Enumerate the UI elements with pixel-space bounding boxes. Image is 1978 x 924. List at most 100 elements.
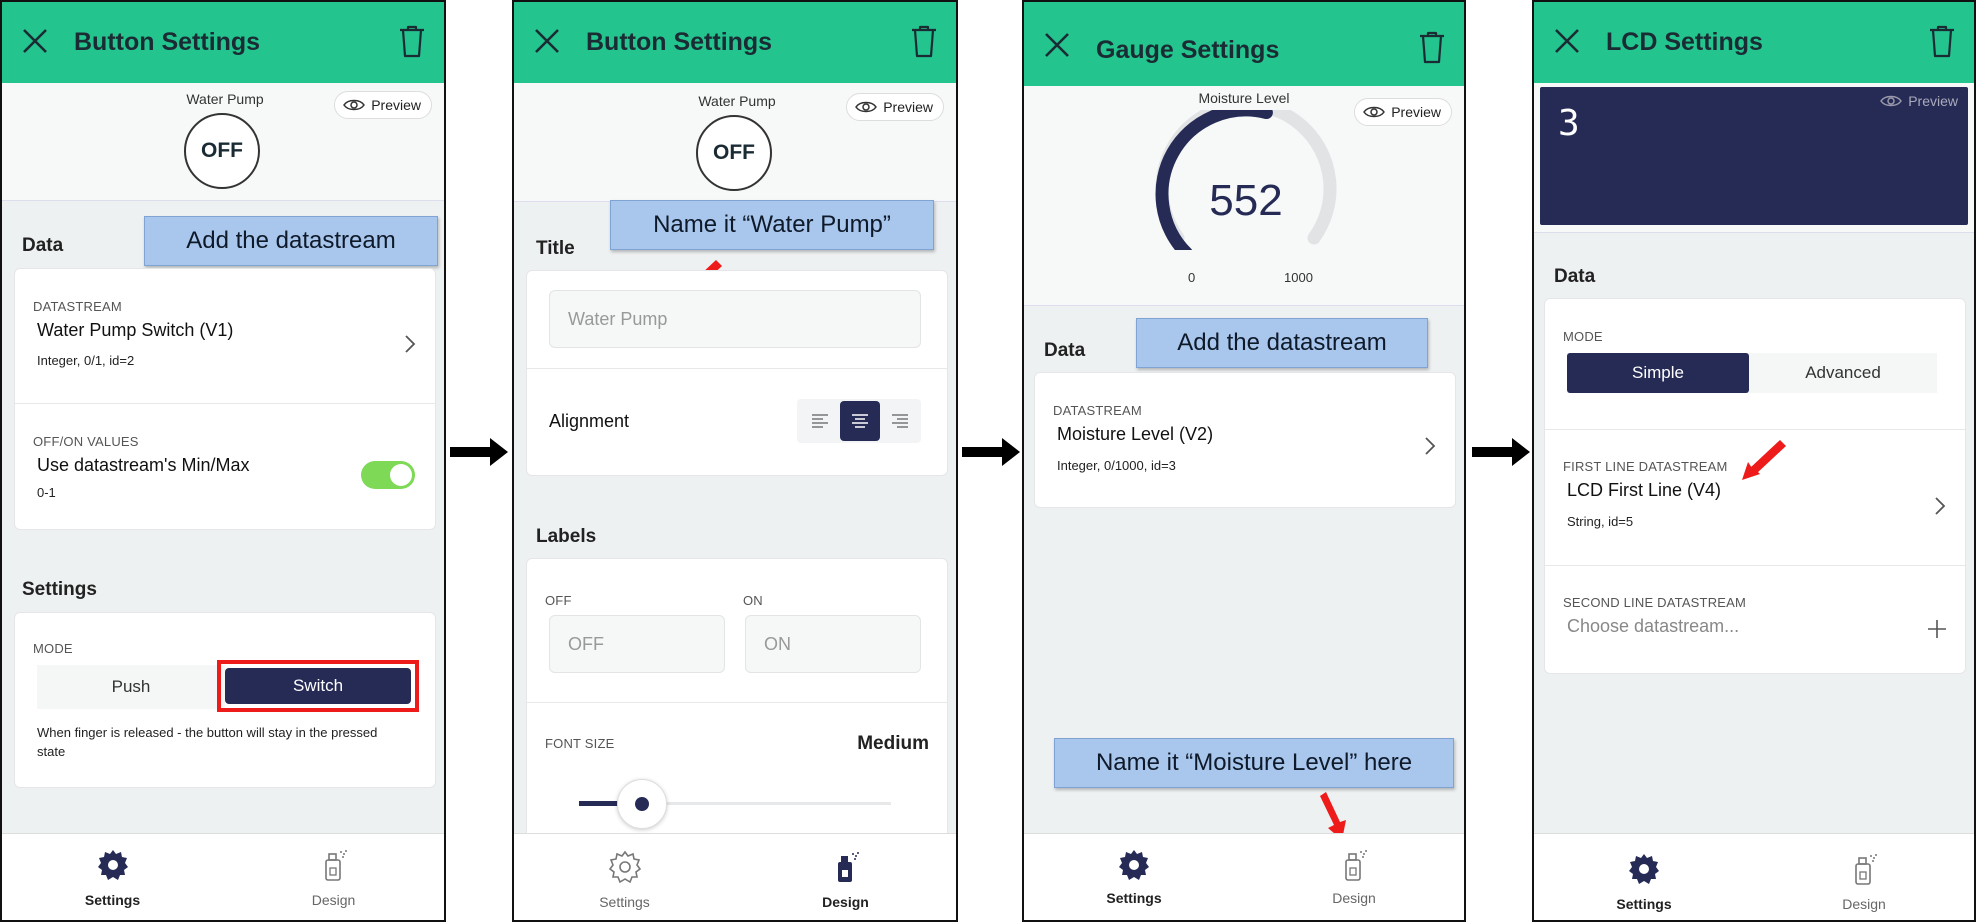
mode-switch-button[interactable]: Switch bbox=[225, 668, 411, 704]
close-icon[interactable] bbox=[20, 26, 50, 56]
title-section-title: Title bbox=[536, 238, 575, 259]
spray-can-icon bbox=[1847, 852, 1881, 886]
font-size-slider-knob[interactable] bbox=[617, 779, 668, 829]
preview-button-pill[interactable]: Preview bbox=[1354, 98, 1452, 126]
gauge-value: 552 bbox=[1209, 176, 1283, 225]
preview-button-pill[interactable]: Preview bbox=[334, 91, 432, 119]
trash-icon[interactable] bbox=[1928, 24, 1956, 58]
trash-icon[interactable] bbox=[910, 24, 938, 58]
spray-can-icon bbox=[829, 850, 863, 884]
mode-caption: MODE bbox=[1563, 329, 1603, 344]
trash-icon[interactable] bbox=[1418, 30, 1446, 64]
panel-button-settings-2: Button Settings Water Pump OFF Preview T… bbox=[512, 0, 958, 922]
tab-settings-label: Settings bbox=[84, 892, 141, 908]
callout-add-datastream: Add the datastream bbox=[1136, 318, 1428, 368]
tab-design[interactable]: Design bbox=[1754, 834, 1974, 920]
align-center-icon bbox=[852, 414, 868, 428]
tab-settings-label: Settings bbox=[599, 894, 650, 910]
header: Button Settings bbox=[2, 2, 444, 83]
tab-design-label: Design bbox=[311, 892, 356, 908]
off-placeholder: OFF bbox=[568, 633, 604, 654]
preview-label: Preview bbox=[883, 99, 933, 115]
eye-icon bbox=[1363, 105, 1385, 119]
close-icon[interactable] bbox=[532, 26, 562, 56]
preview-button-pill[interactable]: Preview bbox=[846, 93, 944, 121]
tab-bar: Settings Design bbox=[1024, 833, 1464, 920]
page-title: Button Settings bbox=[74, 28, 261, 56]
datastream-name[interactable]: Moisture Level (V2) bbox=[1057, 424, 1213, 445]
gear-icon bbox=[608, 850, 642, 884]
data-section-title: Data bbox=[1554, 266, 1596, 287]
datastream-meta: Integer, 0/1000, id=3 bbox=[1057, 458, 1176, 473]
align-right-icon[interactable] bbox=[891, 413, 909, 429]
preview-button-pill[interactable]: Preview bbox=[1880, 93, 1958, 109]
labels-card: OFF ON OFF ON FONT SIZE Medium bbox=[526, 558, 948, 860]
tab-design-label: Design bbox=[1332, 890, 1376, 906]
first-line-name[interactable]: LCD First Line (V4) bbox=[1567, 480, 1721, 501]
offon-caption: OFF/ON VALUES bbox=[33, 434, 139, 449]
alignment-label: Alignment bbox=[549, 411, 630, 431]
second-line-placeholder[interactable]: Choose datastream... bbox=[1567, 616, 1739, 637]
chevron-right-icon[interactable] bbox=[403, 334, 417, 354]
tab-settings[interactable]: Settings bbox=[1534, 834, 1754, 920]
close-icon[interactable] bbox=[1042, 30, 1072, 60]
callout-add-datastream: Add the datastream bbox=[144, 216, 438, 266]
gear-icon bbox=[1627, 852, 1661, 886]
off-label-input[interactable]: OFF bbox=[549, 615, 725, 673]
datastream-name[interactable]: Water Pump Switch (V1) bbox=[37, 320, 233, 341]
datastream-caption: DATASTREAM bbox=[1053, 403, 1142, 418]
mode-advanced-button[interactable]: Advanced bbox=[1749, 353, 1937, 393]
align-center-button[interactable] bbox=[840, 401, 880, 441]
page-title: Button Settings bbox=[586, 28, 773, 56]
preview-button[interactable]: OFF bbox=[696, 115, 772, 191]
plus-icon[interactable] bbox=[1927, 619, 1947, 639]
preview-label: Preview bbox=[371, 97, 421, 113]
align-left-icon[interactable] bbox=[811, 413, 829, 429]
first-line-meta: String, id=5 bbox=[1567, 514, 1634, 529]
trash-icon[interactable] bbox=[398, 24, 426, 58]
tab-settings[interactable]: Settings bbox=[2, 834, 223, 920]
chevron-right-icon[interactable] bbox=[1933, 496, 1947, 516]
close-icon[interactable] bbox=[1552, 26, 1582, 56]
mode-simple-button[interactable]: Simple bbox=[1567, 353, 1749, 393]
mode-push-button[interactable]: Push bbox=[37, 665, 225, 709]
eye-icon bbox=[343, 98, 365, 112]
gauge-min: 0 bbox=[1188, 270, 1196, 285]
tab-design[interactable]: Design bbox=[735, 834, 956, 920]
tab-design[interactable]: Design bbox=[1244, 834, 1464, 920]
panel-gauge-settings: Gauge Settings Moisture Level Preview 55… bbox=[1022, 0, 1466, 922]
widget-label: Water Pump bbox=[186, 91, 264, 107]
panel-button-settings-1: Button Settings Water Pump OFF Preview D… bbox=[0, 0, 446, 922]
off-caption: OFF bbox=[545, 593, 572, 608]
labels-section-title: Labels bbox=[536, 526, 597, 547]
tab-settings[interactable]: Settings bbox=[514, 834, 735, 920]
lcd-text: 3 bbox=[1558, 103, 1580, 144]
slider-knob-dot bbox=[635, 797, 650, 811]
tab-design-label: Design bbox=[1842, 896, 1886, 912]
font-size-slider-track[interactable] bbox=[579, 779, 891, 829]
header: LCD Settings bbox=[1534, 2, 1974, 83]
divider bbox=[527, 702, 947, 703]
callout-name-water-pump: Name it “Water Pump” bbox=[610, 200, 934, 250]
minmax-toggle[interactable] bbox=[361, 461, 415, 489]
tab-bar: Settings Design bbox=[514, 833, 956, 920]
eye-icon bbox=[1880, 95, 1903, 107]
title-input[interactable]: Water Pump bbox=[549, 290, 921, 348]
page-title: Gauge Settings bbox=[1096, 36, 1280, 64]
page-title: LCD Settings bbox=[1606, 28, 1763, 56]
lcd-preview-area: 3 Preview bbox=[1534, 83, 1974, 233]
tab-design-label: Design bbox=[822, 894, 869, 910]
header: Gauge Settings bbox=[1024, 2, 1464, 86]
divider bbox=[15, 403, 435, 404]
on-label-input[interactable]: ON bbox=[745, 615, 921, 673]
gear-icon bbox=[96, 848, 130, 882]
chevron-right-icon[interactable] bbox=[1423, 436, 1437, 456]
tab-design[interactable]: Design bbox=[223, 834, 444, 920]
data-card: DATASTREAM Water Pump Switch (V1) Intege… bbox=[14, 268, 436, 530]
tab-bar: Settings Design bbox=[1534, 833, 1974, 920]
preview-button[interactable]: OFF bbox=[184, 113, 260, 189]
preview-label: Preview bbox=[1908, 93, 1958, 109]
offon-text: Use datastream's Min/Max bbox=[37, 455, 250, 475]
tab-settings[interactable]: Settings bbox=[1024, 834, 1244, 920]
on-placeholder: ON bbox=[764, 633, 791, 654]
